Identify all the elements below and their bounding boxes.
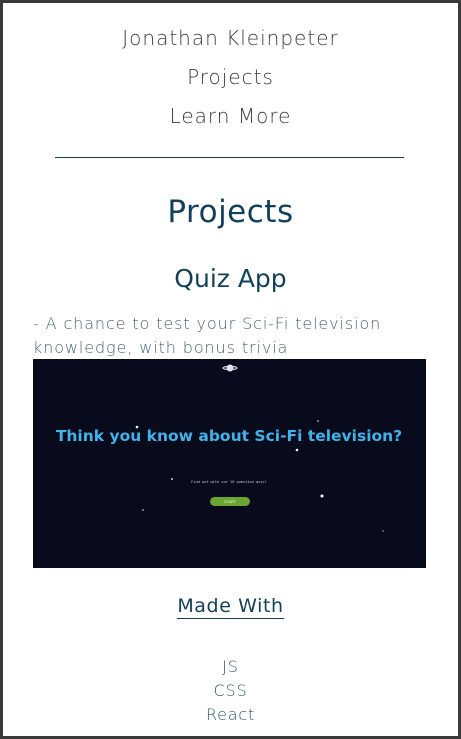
star — [317, 420, 319, 422]
nav-learn-more-link[interactable]: Learn More — [170, 104, 292, 128]
nav-name-link[interactable]: Jonathan Kleinpeter — [122, 26, 338, 50]
star — [295, 448, 299, 452]
star — [142, 509, 144, 511]
nav-projects-link[interactable]: Projects — [187, 65, 274, 89]
star — [320, 494, 324, 498]
technology-list: JS CSS React — [0, 655, 461, 727]
preview-scene: Think you know about Sci-Fi television? … — [56, 364, 402, 532]
nav-name[interactable]: Jonathan Kleinpeter — [0, 26, 461, 50]
preview-start-label: START — [224, 499, 236, 504]
tech-item-js: JS — [222, 657, 239, 676]
page-title: Projects — [167, 194, 294, 230]
preview-subtext: Find out with our 10 question quiz! — [191, 480, 267, 484]
nav-divider — [55, 157, 404, 158]
project-title: Quiz App — [174, 264, 287, 293]
tech-item-react: React — [205, 705, 256, 724]
planet-icon — [222, 364, 238, 372]
made-with-label: Made With — [177, 595, 284, 619]
star — [382, 530, 384, 532]
project-preview-image[interactable]: Think you know about Sci-Fi television? … — [33, 359, 426, 568]
nav-learn-more[interactable]: Learn More — [0, 104, 461, 128]
nav-projects[interactable]: Projects — [0, 65, 461, 89]
star — [171, 478, 173, 480]
preview-headline: Think you know about Sci-Fi television? — [56, 427, 402, 445]
made-with-heading: Made With — [0, 595, 461, 619]
tech-item-css: CSS — [213, 681, 248, 700]
project-description: - A chance to test your Sci-Fi televisio… — [33, 314, 382, 357]
